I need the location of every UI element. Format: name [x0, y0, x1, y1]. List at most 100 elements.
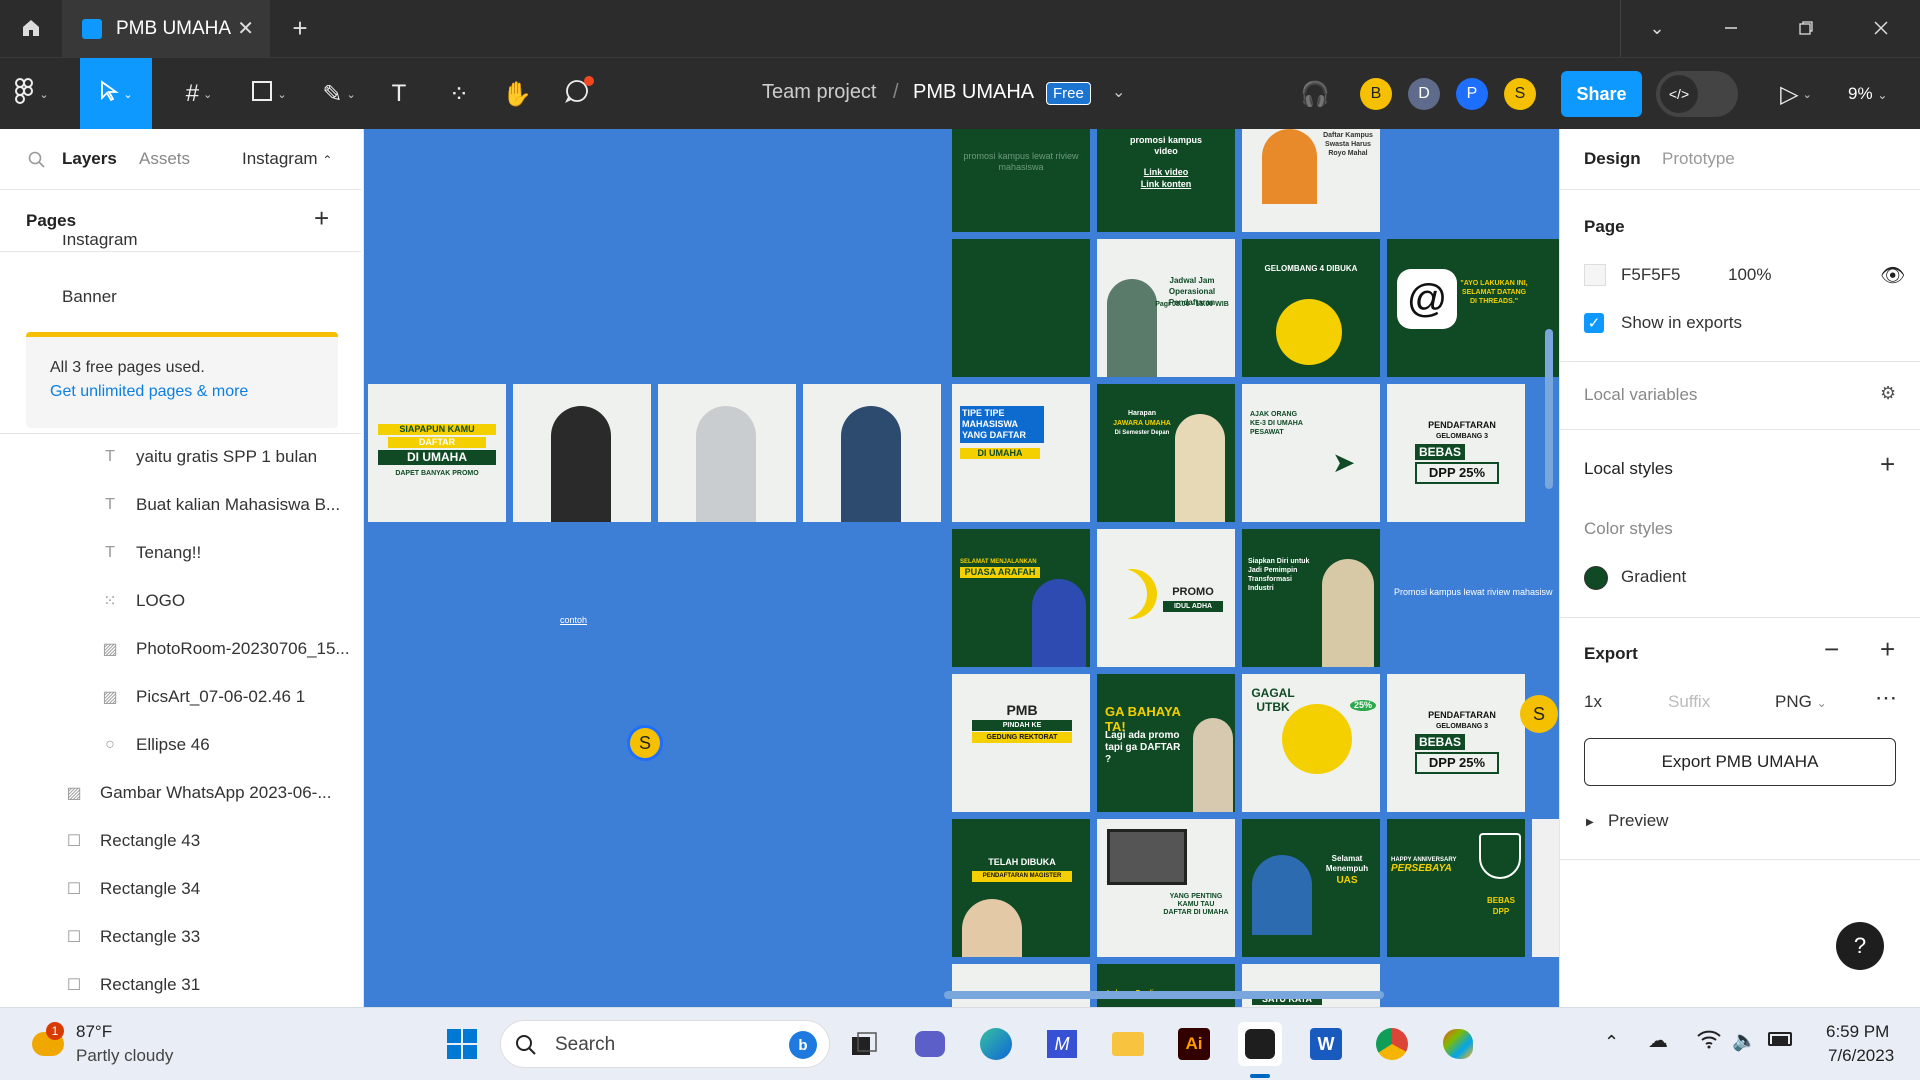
design-frame[interactable]: [1532, 819, 1559, 957]
layer-item[interactable]: ▨ PicsArt_07-06-02.46 1: [0, 673, 363, 721]
vertical-scrollbar[interactable]: [1545, 329, 1553, 489]
zoom-level[interactable]: 9% ⌄: [1848, 84, 1887, 104]
windows-start-icon[interactable]: [440, 1022, 484, 1066]
design-frame[interactable]: Daftar Kampus Swasta Harus Royo Mahal: [1242, 129, 1380, 232]
volume-icon[interactable]: 🔈: [1732, 1028, 1757, 1053]
file-name[interactable]: PMB UMAHA: [913, 81, 1034, 104]
home-icon[interactable]: [14, 13, 48, 43]
figma-taskbar-icon[interactable]: [1238, 1022, 1282, 1066]
chevron-down-icon[interactable]: ⌄: [1640, 13, 1674, 43]
onedrive-icon[interactable]: ☁: [1648, 1028, 1668, 1053]
design-frame[interactable]: [803, 384, 941, 522]
gradient-style-label[interactable]: Gradient: [1621, 567, 1686, 587]
design-frame[interactable]: Siapkan Diri untuk Jadi Pemimpin Transfo…: [1242, 529, 1380, 667]
design-frame[interactable]: [952, 964, 1090, 1007]
illustrator-icon[interactable]: Ai: [1172, 1022, 1216, 1066]
page-selector[interactable]: Instagram ⌃: [242, 149, 332, 169]
new-tab-icon[interactable]: +: [285, 13, 315, 43]
layer-item[interactable]: ▨ Gambar WhatsApp 2023-06-...: [0, 769, 363, 817]
sketch-app-icon[interactable]: M: [1040, 1022, 1084, 1066]
design-frame[interactable]: Harapan JAWARA UMAHA Di Semester Depan: [1097, 384, 1235, 522]
breadcrumb-team[interactable]: Team project: [762, 81, 877, 104]
design-frame[interactable]: [513, 384, 651, 522]
design-frame[interactable]: GAGAL UTBK 25%: [1242, 674, 1380, 812]
page-item-banner[interactable]: Banner: [62, 287, 117, 307]
design-frame[interactable]: @ "AYO LAKUKAN INI, SELAMAT DATANG DI TH…: [1387, 239, 1559, 377]
shape-tool-button[interactable]: ⌄: [238, 58, 300, 130]
design-frame[interactable]: promosi kampus video Link video Link kon…: [1097, 129, 1235, 232]
resources-tool-button[interactable]: ⁘: [428, 58, 490, 130]
design-frame[interactable]: Jadwal Jam Operasional Pendaftaran Pagi …: [1097, 239, 1235, 377]
restore-icon[interactable]: [1789, 13, 1823, 43]
local-variables-label[interactable]: Local variables: [1584, 385, 1697, 405]
design-frame[interactable]: [658, 384, 796, 522]
design-frame[interactable]: GA BAHAYA TA! Lagi ada promo tapi ga DAF…: [1097, 674, 1235, 812]
clock-date[interactable]: 7/6/2023: [1828, 1046, 1894, 1066]
taskbar-search[interactable]: Search b: [500, 1020, 830, 1068]
weather-condition[interactable]: Partly cloudy: [76, 1046, 173, 1066]
more-options-icon[interactable]: ⋯: [1875, 685, 1897, 711]
avatar[interactable]: S: [1504, 78, 1536, 110]
close-tab-icon[interactable]: ✕: [237, 16, 254, 41]
layer-item[interactable]: ☐ Rectangle 31: [0, 961, 363, 1007]
teams-meet-icon[interactable]: [908, 1022, 952, 1066]
wifi-icon[interactable]: [1696, 1028, 1722, 1055]
horizontal-scrollbar[interactable]: [944, 991, 1384, 999]
avatar[interactable]: P: [1456, 78, 1488, 110]
design-frame[interactable]: Lulusan Prodi: [1097, 964, 1235, 1007]
gradient-swatch[interactable]: [1584, 566, 1608, 590]
chevron-down-icon[interactable]: ⌄: [1112, 82, 1125, 102]
design-frame[interactable]: SELAMAT MENJALANKAN PUASA ARAFAH: [952, 529, 1090, 667]
close-window-icon[interactable]: [1864, 13, 1898, 43]
design-frame[interactable]: TIPE TIPE MAHASISWA YANG DAFTAR DI UMAHA: [952, 384, 1090, 522]
tab-prototype[interactable]: Prototype: [1662, 149, 1735, 169]
task-view-icon[interactable]: [842, 1022, 886, 1066]
file-tab[interactable]: PMB UMAHA ✕: [62, 0, 270, 57]
tab-layers[interactable]: Layers: [62, 149, 117, 169]
clock-time[interactable]: 6:59 PM: [1826, 1022, 1889, 1042]
layer-item[interactable]: ☐ Rectangle 43: [0, 817, 363, 865]
design-frame[interactable]: [952, 239, 1090, 377]
main-menu-button[interactable]: ⌄: [0, 58, 62, 130]
chrome-icon[interactable]: [1370, 1022, 1414, 1066]
headphones-icon[interactable]: 🎧: [1290, 58, 1340, 130]
edge-browser-icon[interactable]: [974, 1022, 1018, 1066]
design-frame[interactable]: GELOMBANG 4 DIBUKA: [1242, 239, 1380, 377]
layer-item[interactable]: ☐ Rectangle 33: [0, 913, 363, 961]
page-opacity-value[interactable]: 100%: [1728, 265, 1771, 285]
export-button[interactable]: Export PMB UMAHA: [1584, 738, 1896, 786]
search-icon[interactable]: [28, 151, 46, 174]
add-style-icon[interactable]: +: [1880, 449, 1895, 480]
design-frame[interactable]: SATU KATA: [1242, 964, 1380, 1007]
tab-assets[interactable]: Assets: [139, 149, 190, 169]
design-frame[interactable]: HAPPY ANNIVERSARY PERSEBAYA BEBAS DPP: [1387, 819, 1525, 957]
design-frame[interactable]: Selamat Menempuh UAS: [1242, 819, 1380, 957]
minimize-icon[interactable]: [1714, 13, 1748, 43]
temperature[interactable]: 87°F: [76, 1022, 112, 1042]
design-frame[interactable]: PENDAFTARAN GELOMBANG 3 BEBAS DPP 25%: [1387, 384, 1525, 522]
remove-export-icon[interactable]: −: [1824, 634, 1839, 665]
canvas[interactable]: promosi kampus lewat riview mahasiswa pr…: [364, 129, 1559, 1007]
dev-mode-toggle[interactable]: </>: [1656, 71, 1738, 117]
design-frame[interactable]: PROMO IDUL ADHA: [1097, 529, 1235, 667]
design-frame[interactable]: YANG PENTING KAMU TAU DAFTAR DI UMAHA: [1097, 819, 1235, 957]
layer-item[interactable]: T Buat kalian Mahasiswa B...: [0, 481, 363, 529]
caret-right-icon[interactable]: ▶: [1586, 817, 1594, 828]
eye-icon[interactable]: 👁: [1880, 263, 1905, 288]
move-tool-button[interactable]: ⌄: [80, 58, 152, 130]
design-frame[interactable]: promosi kampus lewat riview mahasiswa: [952, 129, 1090, 232]
layer-item[interactable]: ⁙ LOGO: [0, 577, 363, 625]
avatar[interactable]: B: [1360, 78, 1392, 110]
design-frame[interactable]: PMB PINDAH KE GEDUNG REKTORAT: [952, 674, 1090, 812]
layer-item[interactable]: T Tenang!!: [0, 529, 363, 577]
page-color-swatch[interactable]: [1584, 264, 1606, 286]
design-frame[interactable]: PENDAFTARAN GELOMBANG 3 BEBAS DPP 25%: [1387, 674, 1525, 812]
layer-item[interactable]: Tyaitu gratis SPP 1 bulan: [0, 433, 363, 481]
word-icon[interactable]: W: [1304, 1022, 1348, 1066]
layer-item[interactable]: ▨ PhotoRoom-20230706_15...: [0, 625, 363, 673]
paint-icon[interactable]: [1436, 1022, 1480, 1066]
layer-item[interactable]: ☐ Rectangle 34: [0, 865, 363, 913]
help-button[interactable]: ?: [1836, 922, 1884, 970]
text-tool-button[interactable]: T: [368, 58, 430, 130]
layer-item[interactable]: ○ Ellipse 46: [0, 721, 363, 769]
